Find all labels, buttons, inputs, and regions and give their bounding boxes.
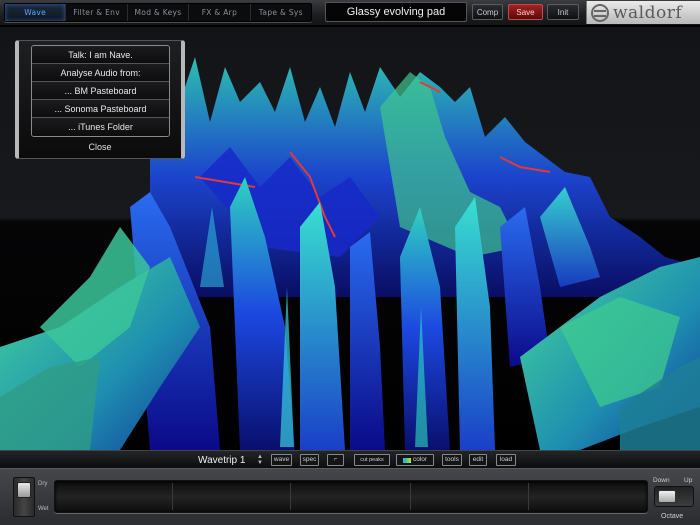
performance-panel: Dry Wet Down Up Octave	[0, 468, 700, 525]
menu-item-analyse-audio[interactable]: Analyse Audio from:	[32, 64, 169, 82]
octave-down-label: Down	[653, 477, 670, 484]
wavetrip-name[interactable]: Wavetrip 1	[198, 453, 250, 467]
menu-item-talk[interactable]: Talk: I am Nave.	[32, 46, 169, 64]
load-button[interactable]: load	[496, 454, 516, 466]
tab-filter-env[interactable]: Filter & Env	[66, 4, 128, 21]
wavetrip-stepper[interactable]: ▲ ▼	[255, 452, 265, 468]
init-button[interactable]: Init	[547, 4, 579, 20]
wet-label: Wet	[38, 506, 49, 512]
tab-tape-sys[interactable]: Tape & Sys	[251, 4, 311, 21]
patch-name-display[interactable]: Glassy evolving pad	[325, 2, 467, 22]
strip-divider	[410, 483, 411, 510]
menu-close-button[interactable]: Close	[19, 142, 181, 152]
tab-fx-arp[interactable]: FX & Arp	[189, 4, 251, 21]
wavetrip-toolbar: Wavetrip 1 ▲ ▼ wave spec ⌐ cut peaks col…	[0, 450, 700, 468]
slope-icon: ⌐	[333, 456, 338, 463]
tools-button[interactable]: tools	[442, 454, 462, 466]
top-bar: Wave Filter & Env Mod & Keys FX & Arp Ta…	[0, 0, 700, 26]
octave-switch-handle[interactable]	[658, 490, 676, 503]
dry-label: Dry	[38, 481, 48, 487]
color-swatch-icon	[402, 457, 411, 463]
octave-up-label: Up	[684, 477, 693, 484]
dry-wet-slider-handle[interactable]	[17, 482, 31, 498]
tab-wave[interactable]: Wave	[5, 4, 67, 21]
strip-divider	[172, 483, 173, 510]
waldorf-logo-icon	[591, 3, 609, 22]
dry-wet-slider[interactable]	[13, 477, 35, 517]
menu-item-list: Talk: I am Nave. Analyse Audio from: ...…	[31, 45, 170, 137]
save-button[interactable]: Save	[508, 4, 543, 20]
compare-button[interactable]: Comp	[472, 4, 503, 20]
cut-peaks-button[interactable]: cut peaks	[354, 454, 390, 466]
edit-button[interactable]: edit	[469, 454, 487, 466]
menu-item-sonoma-pasteboard[interactable]: ... Sonoma Pasteboard	[32, 100, 169, 118]
strip-divider	[528, 483, 529, 510]
tab-mod-keys[interactable]: Mod & Keys	[128, 4, 190, 21]
octave-label: Octave	[661, 513, 684, 520]
menu-item-itunes-folder[interactable]: ... iTunes Folder	[32, 118, 169, 136]
waldorf-logo: waldorf	[586, 1, 700, 24]
keyboard-touch-strip[interactable]	[54, 480, 648, 513]
color-button[interactable]: color	[396, 454, 434, 466]
octave-switch[interactable]	[654, 486, 694, 507]
spec-view-button[interactable]: spec	[300, 454, 319, 466]
wave-view-button[interactable]: wave	[271, 454, 292, 466]
strip-divider	[290, 483, 291, 510]
menu-item-bm-pasteboard[interactable]: ... BM Pasteboard	[32, 82, 169, 100]
color-button-label: color	[412, 456, 428, 463]
audio-analysis-menu: Talk: I am Nave. Analyse Audio from: ...…	[15, 40, 185, 159]
slope-view-button[interactable]: ⌐	[327, 454, 344, 466]
brand-name: waldorf	[613, 2, 683, 23]
tab-bar: Wave Filter & Env Mod & Keys FX & Arp Ta…	[4, 3, 312, 22]
chevron-down-icon[interactable]: ▼	[257, 460, 263, 466]
